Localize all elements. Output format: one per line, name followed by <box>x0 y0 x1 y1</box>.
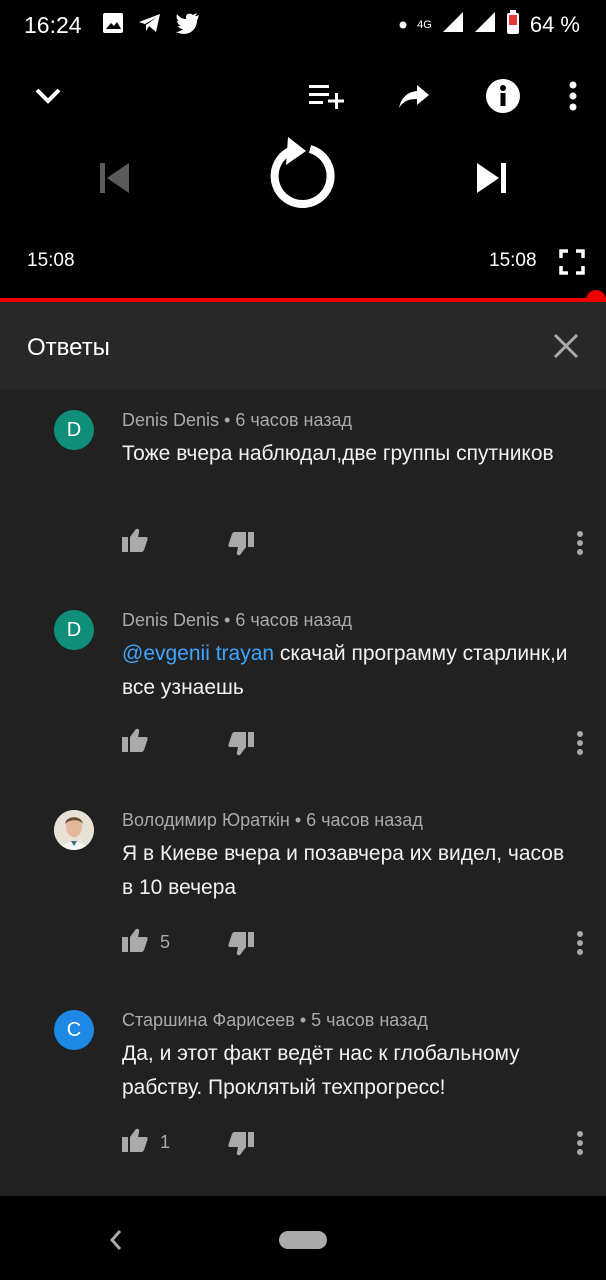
thumb-down-icon <box>228 1132 254 1160</box>
comment-age: 5 часов назад <box>311 1010 428 1030</box>
avatar[interactable]: С <box>54 1010 94 1050</box>
more-vert-icon[interactable] <box>576 730 584 761</box>
comment-item: Володимир Юраткін • 6 часов назад Я в Ки… <box>0 790 606 990</box>
avatar[interactable]: D <box>54 410 94 450</box>
comment-item: D Denis Denis • 6 часов назад Тоже вчера… <box>0 390 606 590</box>
comment-text: Я в Киеве вчера и позавчера их видел, ча… <box>122 837 572 905</box>
current-time: 15:08 <box>27 250 75 271</box>
like-count: 5 <box>160 932 171 952</box>
more-vert-icon[interactable] <box>576 930 584 961</box>
profile-photo <box>54 810 94 850</box>
thumb-up-icon <box>122 928 148 957</box>
dislike-button[interactable] <box>228 532 254 561</box>
status-bar: 16:24 4G 64 % <box>0 0 606 52</box>
skip-previous-icon[interactable] <box>94 158 134 198</box>
image-icon <box>102 12 124 39</box>
battery-percent: 64 % <box>529 11 580 37</box>
video-player[interactable]: 15:08 15:08 <box>0 52 606 300</box>
thumb-up-icon <box>122 728 148 757</box>
thumb-down-icon <box>228 532 254 560</box>
dislike-button[interactable] <box>228 1132 254 1161</box>
avatar[interactable] <box>54 810 94 850</box>
dislike-button[interactable] <box>228 932 254 961</box>
like-button[interactable]: 1 <box>122 1128 170 1157</box>
comment-text: Тоже вчера наблюдал,две группы спутников <box>122 437 572 471</box>
fullscreen-icon[interactable] <box>556 246 588 278</box>
like-count: 1 <box>160 1132 171 1152</box>
thumb-up-icon <box>122 1128 148 1157</box>
comment-author[interactable]: Володимир Юраткін <box>122 810 290 830</box>
replay-icon[interactable] <box>262 132 342 218</box>
share-icon[interactable] <box>394 76 434 116</box>
battery-icon <box>506 10 520 39</box>
replies-title: Ответы <box>27 334 110 361</box>
system-nav-bar <box>0 1196 606 1280</box>
comment-item: С Старшина Фарисеев • 5 часов назад Да, … <box>0 990 606 1190</box>
comment-author[interactable]: Denis Denis <box>122 410 219 430</box>
like-button[interactable] <box>122 528 160 557</box>
comment-author[interactable]: Старшина Фарисеев <box>122 1010 295 1030</box>
back-icon[interactable] <box>100 1224 132 1256</box>
skip-next-icon[interactable] <box>472 158 512 198</box>
comment-body: Я в Киеве вчера и позавчера их видел, ча… <box>122 842 565 899</box>
comments-list[interactable]: D Denis Denis • 6 часов назад Тоже вчера… <box>0 390 606 1196</box>
twitter-icon <box>176 12 200 39</box>
like-button[interactable]: 5 <box>122 928 170 957</box>
dot-icon <box>399 16 407 34</box>
comment-author[interactable]: Denis Denis <box>122 610 219 630</box>
thumb-up-icon <box>122 528 148 557</box>
comment-age: 6 часов назад <box>306 810 423 830</box>
more-vert-icon[interactable] <box>576 1130 584 1161</box>
status-time: 16:24 <box>24 12 82 38</box>
comment-text: @evgenii trayan скачай программу старлин… <box>122 637 572 705</box>
home-pill-icon[interactable] <box>278 1230 328 1250</box>
more-vert-icon[interactable] <box>558 76 588 116</box>
telegram-icon <box>138 12 162 39</box>
more-vert-icon[interactable] <box>576 530 584 561</box>
dislike-button[interactable] <box>228 732 254 761</box>
close-icon[interactable] <box>548 328 584 364</box>
chevron-down-icon[interactable] <box>28 76 68 116</box>
signal-icon <box>442 11 464 38</box>
comment-age: 6 часов назад <box>235 410 353 430</box>
like-button[interactable] <box>122 728 160 757</box>
duration: 15:08 <box>489 250 537 271</box>
network-label: 4G <box>417 18 432 31</box>
thumb-down-icon <box>228 732 254 760</box>
comment-text: Да, и этот факт ведёт нас к глобальному … <box>122 1037 572 1105</box>
replies-header: Ответы <box>0 302 606 390</box>
comment-body: Тоже вчера наблюдал,две группы спутников <box>122 442 554 465</box>
avatar[interactable]: D <box>54 610 94 650</box>
comment-age: 6 часов назад <box>235 610 353 630</box>
add-to-queue-icon[interactable] <box>306 76 346 116</box>
wifi-signal-icon <box>474 11 496 38</box>
comment-item: D Denis Denis • 6 часов назад @evgenii t… <box>0 590 606 790</box>
thumb-down-icon <box>228 932 254 960</box>
mention-link[interactable]: @evgenii trayan <box>122 642 274 665</box>
info-icon[interactable] <box>483 76 523 116</box>
comment-body: Да, и этот факт ведёт нас к глобальному … <box>122 1042 520 1099</box>
